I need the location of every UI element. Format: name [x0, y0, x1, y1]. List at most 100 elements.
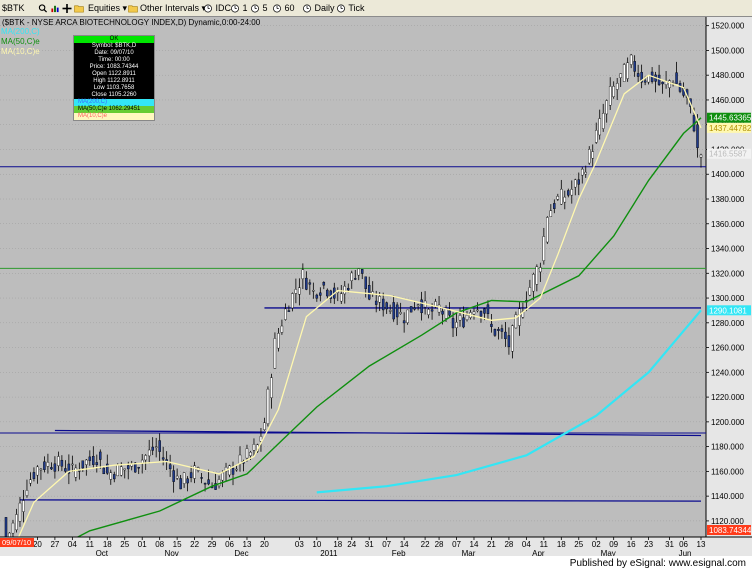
other-intervals-menu[interactable]: Other Intervals ▾ [140, 2, 206, 14]
interval-daily-label: Daily [314, 3, 335, 13]
crosshair-icon[interactable] [62, 2, 72, 14]
candle [612, 86, 615, 98]
candle [615, 83, 619, 90]
time-tick-label: 21 [487, 540, 496, 549]
time-tick-label: 18 [103, 540, 112, 549]
candle [25, 490, 29, 496]
legend-ma10[interactable]: MA(10,C)e [1, 47, 40, 57]
candle [144, 455, 147, 461]
interval-daily[interactable]: Daily [302, 2, 335, 14]
candle [678, 83, 682, 92]
price-tick-label: 1300.000 [711, 294, 745, 303]
candle [416, 304, 420, 306]
infobox-time: Time: 00:00 [98, 57, 130, 63]
time-tick-label: 27 [50, 540, 59, 549]
candle [350, 272, 354, 282]
time-tick-label: 18 [557, 540, 566, 549]
candle [277, 333, 280, 349]
price-tick-label: 1380.000 [711, 195, 745, 204]
candle [154, 446, 158, 448]
chart-icon[interactable] [50, 2, 60, 14]
time-tick-label: 03 [295, 540, 304, 549]
candle [168, 464, 172, 470]
time-tick-label: 01 [138, 540, 147, 549]
candle [392, 302, 395, 320]
candle [353, 278, 357, 280]
legend-ma50[interactable]: MA(50,C)e [1, 37, 40, 47]
candle [147, 449, 151, 457]
time-tick-label: 16 [627, 540, 636, 549]
candle [266, 388, 270, 424]
candle [556, 196, 560, 200]
candle [413, 307, 416, 310]
candle [553, 203, 556, 209]
equities-menu[interactable]: Equities ▾ [88, 2, 127, 14]
price-tick-label: 1120.000 [711, 517, 744, 526]
interval-tick[interactable]: Tick [336, 2, 365, 14]
price-tick-label: 1520.000 [711, 22, 745, 31]
cursor-info-window: OK Symbol: $BTK,D Date: 09/07/10 Time: 0… [73, 35, 155, 121]
time-tick-label: 22 [421, 540, 430, 549]
candle [574, 179, 577, 188]
candle [619, 73, 622, 78]
time-axis-panel [0, 537, 752, 556]
time-tick-label: 25 [574, 540, 583, 549]
candle [455, 321, 458, 329]
chart-window: $BTK Equities ▾ Other Intervals ▾ IDC 1 [0, 0, 752, 572]
candle [493, 329, 497, 336]
candle [343, 285, 347, 295]
candle [137, 467, 140, 469]
interval-idc[interactable]: IDC [203, 2, 231, 14]
interval-1[interactable]: 1 [230, 2, 248, 14]
candle [15, 514, 18, 531]
footer-attribution: Published by eSignal: www.esignal.com [569, 558, 746, 569]
candle [661, 81, 664, 85]
candle [465, 314, 469, 321]
infobox-ok[interactable]: OK [74, 36, 154, 43]
candle [43, 461, 46, 470]
candle [151, 446, 154, 451]
candle [444, 308, 448, 319]
month-label: Apr [532, 549, 545, 556]
candle [29, 479, 32, 484]
folder-icon[interactable] [74, 2, 84, 14]
candle [270, 377, 273, 398]
price-tag-label-ma10: 1437.44782 [709, 124, 752, 133]
candle [11, 522, 15, 534]
candle [18, 502, 22, 522]
candle [231, 467, 235, 475]
candle [357, 268, 360, 276]
candle [172, 470, 175, 482]
interval-5[interactable]: 5 [250, 2, 268, 14]
price-tick-label: 1160.000 [711, 467, 744, 476]
time-tick-label: 04 [522, 540, 531, 549]
candle [500, 328, 504, 332]
interval-60[interactable]: 60 [272, 2, 295, 14]
footer: Published by eSignal: www.esignal.com [0, 556, 752, 572]
candle [581, 168, 584, 176]
time-tick-label: 04 [68, 540, 77, 549]
candle [699, 154, 703, 158]
candle [347, 287, 350, 291]
other-intervals-folder-icon[interactable] [128, 2, 138, 14]
candle [92, 455, 95, 465]
candle [598, 118, 601, 136]
infobox-date: Date: 09/07/10 [94, 50, 134, 56]
zoom-icon[interactable] [38, 2, 48, 14]
month-label: Nov [165, 549, 179, 556]
time-tick-label: 11 [86, 540, 95, 549]
candle [563, 196, 567, 203]
time-tick-label: 14 [400, 540, 409, 549]
candle [535, 266, 539, 285]
candle [381, 298, 385, 311]
legend-ma200[interactable]: MA(200,C) [1, 27, 40, 37]
price-tick-label: 1220.000 [711, 393, 745, 402]
candle [315, 294, 319, 299]
month-label: Feb [392, 549, 406, 556]
candle [374, 300, 378, 305]
month-label: Mar [462, 549, 476, 556]
symbol-field[interactable]: $BTK [2, 2, 25, 14]
time-tick-label: 13 [697, 540, 706, 549]
infobox-low: Low 1103.7658 [93, 85, 135, 91]
time-tick-label: 11 [540, 540, 549, 549]
